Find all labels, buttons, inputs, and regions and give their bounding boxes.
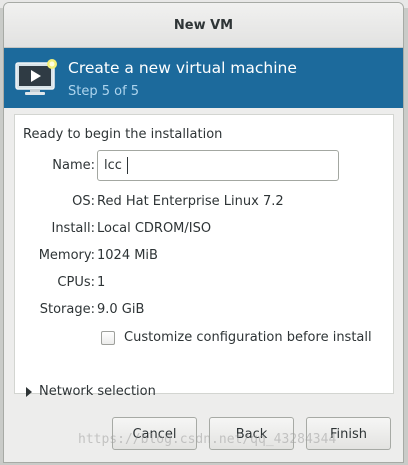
storage-value: 9.0 GiB <box>97 302 145 317</box>
install-label: Install: <box>51 221 95 236</box>
vm-name-input[interactable] <box>97 150 339 181</box>
cpus-value: 1 <box>97 275 106 290</box>
wizard-banner: Create a new virtual machine Step 5 of 5 <box>4 48 403 108</box>
expander-arrow-icon[interactable] <box>26 387 32 397</box>
network-selection-label[interactable]: Network selection <box>39 384 156 399</box>
cancel-button[interactable]: Cancel <box>112 417 197 450</box>
memory-label: Memory: <box>38 248 95 263</box>
os-label: OS: <box>72 194 95 209</box>
new-vm-dialog: New VM Create a new virtual machine Step… <box>3 2 404 463</box>
customize-label[interactable]: Customize configuration before install <box>124 330 372 345</box>
customize-checkbox[interactable] <box>101 331 115 345</box>
finish-button[interactable]: Finish <box>306 417 391 450</box>
dialog-title: New VM <box>4 3 403 48</box>
summary-panel: Ready to begin the installation Name: OS… <box>14 114 394 394</box>
memory-value: 1024 MiB <box>97 248 158 263</box>
install-value: Local CDROM/ISO <box>97 221 212 236</box>
step-indicator: Step 5 of 5 <box>68 84 140 99</box>
banner-title: Create a new virtual machine <box>68 59 297 77</box>
back-button[interactable]: Back <box>209 417 294 450</box>
os-value: Red Hat Enterprise Linux 7.2 <box>97 194 284 209</box>
summary-heading: Ready to begin the installation <box>23 127 223 142</box>
text-caret <box>127 157 128 174</box>
name-label: Name: <box>52 158 95 173</box>
storage-label: Storage: <box>39 302 95 317</box>
cpus-label: CPUs: <box>57 275 95 290</box>
monitor-play-icon <box>15 59 57 95</box>
